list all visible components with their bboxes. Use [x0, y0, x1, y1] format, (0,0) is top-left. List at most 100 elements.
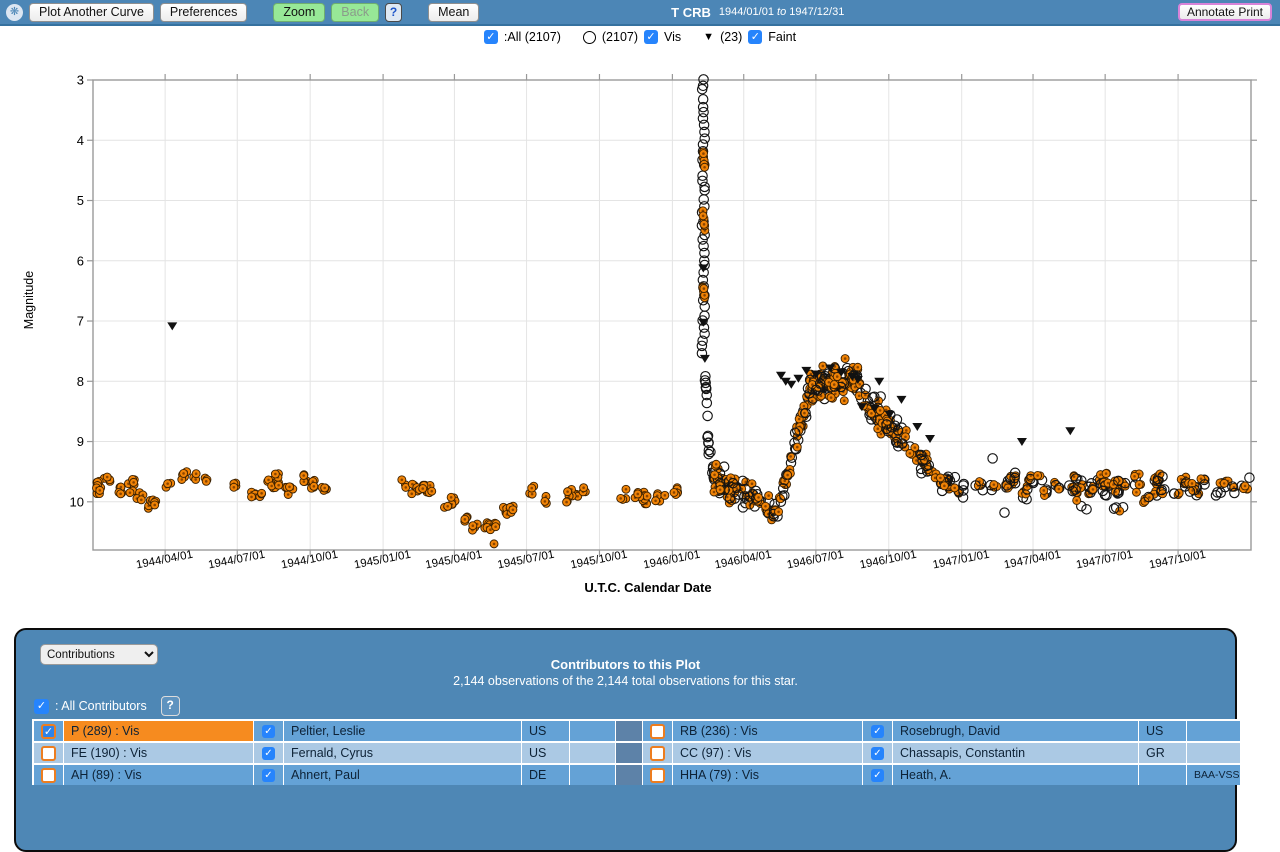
contributor-vis-checkbox[interactable]: ✓: [262, 769, 275, 782]
contributor-vis-checkbox[interactable]: ✓: [871, 725, 884, 738]
svg-text:4: 4: [77, 133, 84, 148]
contributor-plot-checkbox[interactable]: ✓: [41, 724, 56, 739]
data-point-core: [736, 487, 739, 490]
faint-checkbox[interactable]: ✓: [748, 30, 762, 44]
data-point-open: [703, 411, 712, 420]
contributor-plot-checkbox[interactable]: [650, 724, 665, 739]
all-checkbox[interactable]: ✓: [484, 30, 498, 44]
help-button[interactable]: ?: [385, 3, 402, 22]
data-point-core: [1099, 473, 1102, 476]
contributor-code-cell[interactable]: P (289) : Vis: [64, 721, 254, 741]
row-separator-cell: [616, 743, 643, 763]
data-point-fainter-than: [912, 423, 922, 431]
data-point-open: [700, 302, 709, 311]
contributor-name-cell: Ahnert, Paul: [284, 765, 522, 785]
contributors-title: Contributors to this Plot: [16, 657, 1235, 672]
contributor-row: AH (89) : Vis✓Ahnert, PaulDEHHA (79) : V…: [34, 765, 1240, 785]
faint-label: Faint: [768, 30, 796, 44]
data-point-core: [1107, 482, 1110, 485]
data-point-core: [833, 383, 836, 386]
data-point-core: [943, 485, 946, 488]
data-point-core: [858, 383, 861, 386]
data-point-core: [303, 480, 306, 483]
contributor-vis-checkbox[interactable]: ✓: [871, 769, 884, 782]
data-point-core: [140, 499, 143, 502]
zoom-button[interactable]: Zoom: [273, 3, 325, 22]
contributor-affiliation-cell: [570, 743, 616, 763]
data-point-core: [1223, 482, 1226, 485]
data-point-core: [909, 452, 912, 455]
contributor-vis-checkbox[interactable]: ✓: [871, 747, 884, 760]
row-separator-cell: [616, 721, 643, 741]
annotate-print-button[interactable]: Annotate Print: [1178, 3, 1272, 21]
data-point-fainter-than: [786, 381, 796, 389]
contributor-code-cell[interactable]: CC (97) : Vis: [673, 743, 863, 763]
data-point-core: [777, 510, 780, 513]
all-contributors-checkbox[interactable]: ✓: [34, 699, 49, 714]
contributor-vis-checkbox-cell: ✓: [254, 721, 284, 741]
data-point-core: [830, 396, 833, 399]
back-button[interactable]: Back: [331, 3, 379, 22]
data-point-core: [915, 459, 918, 462]
circle-marker-icon: [583, 31, 596, 44]
data-point-core: [713, 491, 716, 494]
mean-button[interactable]: Mean: [428, 3, 479, 22]
data-point-core: [879, 409, 882, 412]
data-point-core: [1148, 496, 1151, 499]
data-point-core: [757, 496, 760, 499]
data-point-core: [430, 490, 433, 493]
data-point-core: [493, 543, 496, 546]
data-point-core: [120, 486, 123, 489]
triangle-marker-icon: ▼: [703, 30, 714, 44]
contributor-vis-checkbox[interactable]: ✓: [262, 747, 275, 760]
data-point-core: [401, 478, 404, 481]
contributor-plot-checkbox[interactable]: [650, 768, 665, 783]
data-point-core: [703, 166, 706, 169]
vis-checkbox[interactable]: ✓: [644, 30, 658, 44]
contributors-help-button[interactable]: ?: [161, 696, 180, 716]
data-point-core: [625, 488, 628, 491]
contributor-code-cell[interactable]: HHA (79) : Vis: [673, 765, 863, 785]
data-point-core: [1073, 475, 1076, 478]
row-separator-cell: [616, 765, 643, 785]
data-point-fainter-than: [896, 396, 906, 404]
contributor-code-cell[interactable]: AH (89) : Vis: [64, 765, 254, 785]
data-point-core: [914, 446, 917, 449]
data-point-core: [953, 487, 956, 490]
all-contributors-label: : All Contributors: [55, 699, 147, 713]
contributor-plot-checkbox-cell: [643, 743, 673, 763]
top-toolbar: ❋ Plot Another Curve Preferences Zoom Ba…: [0, 0, 1280, 26]
contributor-code-cell[interactable]: FE (190) : Vis: [64, 743, 254, 763]
data-point-core: [195, 472, 198, 475]
data-point-core: [664, 494, 667, 497]
data-point-core: [1042, 489, 1045, 492]
circle-count-label: (2107): [602, 30, 638, 44]
contributor-vis-checkbox[interactable]: ✓: [262, 725, 275, 738]
data-point-core: [450, 496, 453, 499]
app-logo-icon: ❋: [6, 4, 23, 21]
contributors-subtitle: 2,144 observations of the 2,144 total ob…: [16, 674, 1235, 688]
data-point-core: [582, 486, 585, 489]
contributor-plot-checkbox[interactable]: [650, 746, 665, 761]
contributor-country-cell: US: [522, 743, 570, 763]
contributor-affiliation-cell: [570, 721, 616, 741]
plot-another-curve-button[interactable]: Plot Another Curve: [29, 3, 154, 22]
data-point-core: [180, 478, 183, 481]
data-point-core: [619, 497, 622, 500]
data-point-core: [446, 505, 449, 508]
contributor-plot-checkbox[interactable]: [41, 768, 56, 783]
data-point-core: [703, 287, 706, 290]
data-point-core: [844, 357, 847, 360]
contributor-code-cell[interactable]: RB (236) : Vis: [673, 721, 863, 741]
contributor-row: ✓P (289) : Vis✓Peltier, LeslieUSRB (236)…: [34, 721, 1240, 743]
data-point-core: [153, 504, 156, 507]
preferences-button[interactable]: Preferences: [160, 3, 247, 22]
light-curve-chart[interactable]: 3456789101944/04/011944/07/011944/10/011…: [0, 48, 1280, 628]
data-point-core: [404, 486, 407, 489]
data-point-core: [531, 493, 534, 496]
contributor-plot-checkbox[interactable]: [41, 746, 56, 761]
data-point-core: [494, 525, 497, 528]
svg-text:7: 7: [77, 314, 84, 329]
data-point-core: [260, 492, 263, 495]
y-axis-title: Magnitude: [22, 271, 36, 329]
